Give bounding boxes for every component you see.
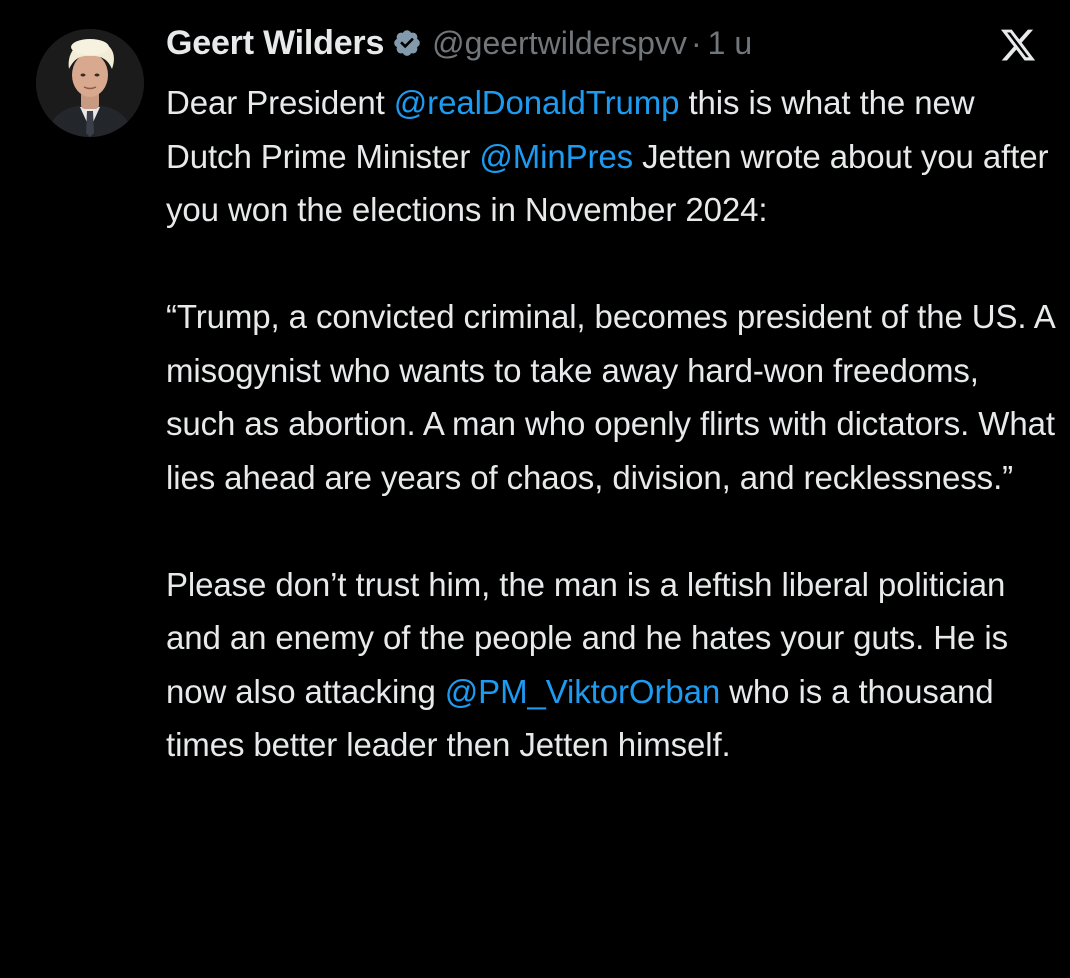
author-handle[interactable]: @geertwilderspvv [432,25,687,62]
verified-badge-icon [392,28,422,58]
mention-link-realdonaldtrump[interactable]: @realDonaldTrump [394,84,680,121]
tweet-card: Geert Wilders @geertwilderspvv · 1 u Dea… [0,0,1070,978]
tweet-text: Dear President [166,84,394,121]
tweet-paragraph-2: “Trump, a convicted criminal, becomes pr… [166,298,1055,496]
tweet-body: Dear President @realDonaldTrump this is … [166,76,1056,772]
x-logo-icon [998,26,1038,64]
tweet-paragraph-1: Dear President @realDonaldTrump this is … [166,76,1056,237]
tweet-header: Geert Wilders @geertwilderspvv · 1 u [166,20,752,66]
author-display-name[interactable]: Geert Wilders [166,24,384,63]
mention-link-pm-viktororban[interactable]: @PM_ViktorOrban [445,673,720,710]
avatar-image [36,29,144,137]
tweet-paragraph-3: Please don’t trust him, the man is a lef… [166,558,1056,772]
post-timestamp[interactable]: 1 u [708,25,752,62]
mention-link-minpres[interactable]: @MinPres [479,138,633,175]
author-avatar[interactable] [36,29,144,137]
header-separator: · [690,24,702,61]
